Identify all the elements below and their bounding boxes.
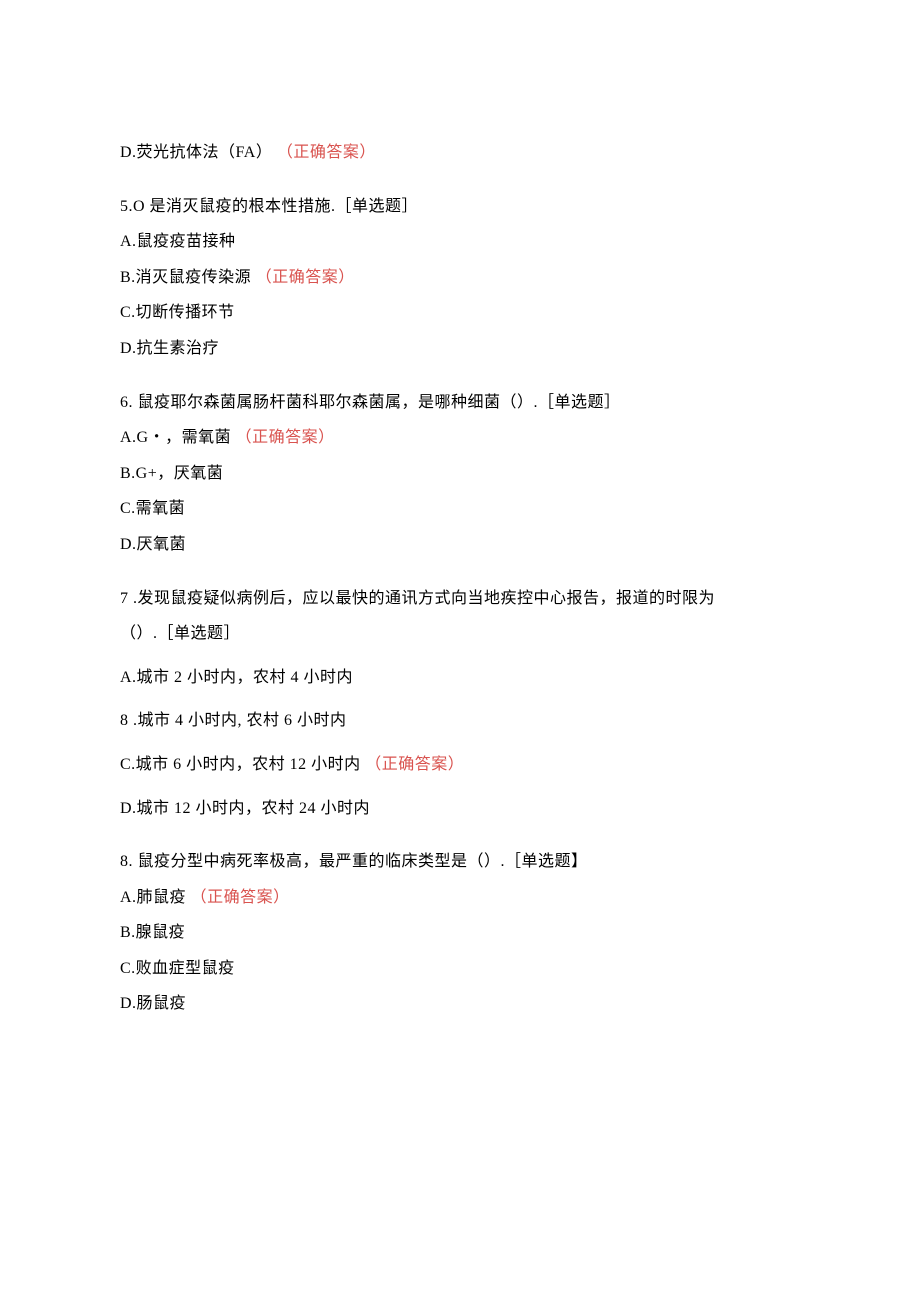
q7-option-c-correct: （正确答案） [365, 756, 464, 773]
q6-option-a-text: A.G・，需氧菌 [120, 429, 231, 446]
q7-option-b: 8 .城市 4 小时内, 农村 6 小时内 [120, 708, 800, 734]
q6-block: 6. 鼠疫耶尔森菌属肠杆菌科耶尔森菌属，是哪种细菌（）.［单选题］ A.G・，需… [120, 390, 800, 558]
q4-option-d-correct: （正确答案） [277, 144, 376, 161]
q7-block: 7 .发现鼠疫疑似病例后，应以最快的通讯方式向当地疾控中心报告，报道的时限为 （… [120, 586, 800, 822]
q8-option-d: D.肠鼠疫 [120, 991, 800, 1017]
q8-option-a-correct: （正确答案） [191, 889, 290, 906]
q5-block: 5.O 是消灭鼠疫的根本性措施.［单选题］ A.鼠疫疫苗接种 B.消灭鼠疫传染源… [120, 194, 800, 362]
q6-option-d: D.厌氧菌 [120, 532, 800, 558]
q7-stem-line2: （）.［单选题］ [120, 621, 800, 647]
q8-option-a-text: A.肺鼠疫 [120, 889, 186, 906]
q8-option-b: B.腺鼠疫 [120, 920, 800, 946]
q6-option-a-correct: （正确答案） [236, 429, 335, 446]
q5-option-b-text: B.消灭鼠疫传染源 [120, 269, 251, 286]
q7-option-c-text: C.城市 6 小时内，农村 12 小时内 [120, 756, 361, 773]
q5-option-c: C.切断传播环节 [120, 300, 800, 326]
q4-option-d-text: D.荧光抗体法（FA） [120, 144, 272, 161]
q8-block: 8. 鼠疫分型中病死率极高，最严重的临床类型是（）.［单选题】 A.肺鼠疫 （正… [120, 849, 800, 1017]
q8-stem: 8. 鼠疫分型中病死率极高，最严重的临床类型是（）.［单选题】 [120, 849, 800, 875]
q5-option-b-correct: （正确答案） [256, 269, 355, 286]
q4-option-d-block: D.荧光抗体法（FA） （正确答案） [120, 140, 800, 166]
q6-stem: 6. 鼠疫耶尔森菌属肠杆菌科耶尔森菌属，是哪种细菌（）.［单选题］ [120, 390, 800, 416]
q7-option-a: A.城市 2 小时内，农村 4 小时内 [120, 665, 800, 691]
q6-option-c: C.需氧菌 [120, 496, 800, 522]
q7-option-c: C.城市 6 小时内，农村 12 小时内 （正确答案） [120, 752, 800, 778]
q7-stem-line1: 7 .发现鼠疫疑似病例后，应以最快的通讯方式向当地疾控中心报告，报道的时限为 [120, 586, 800, 612]
q4-option-d: D.荧光抗体法（FA） （正确答案） [120, 140, 800, 166]
q7-option-d: D.城市 12 小时内，农村 24 小时内 [120, 796, 800, 822]
q5-option-b: B.消灭鼠疫传染源 （正确答案） [120, 265, 800, 291]
q6-option-b: B.G+，厌氧菌 [120, 461, 800, 487]
q8-option-c: C.败血症型鼠疫 [120, 956, 800, 982]
q8-option-a: A.肺鼠疫 （正确答案） [120, 885, 800, 911]
q5-option-a: A.鼠疫疫苗接种 [120, 229, 800, 255]
q6-option-a: A.G・，需氧菌 （正确答案） [120, 425, 800, 451]
q5-stem: 5.O 是消灭鼠疫的根本性措施.［单选题］ [120, 194, 800, 220]
q5-option-d: D.抗生素治疗 [120, 336, 800, 362]
